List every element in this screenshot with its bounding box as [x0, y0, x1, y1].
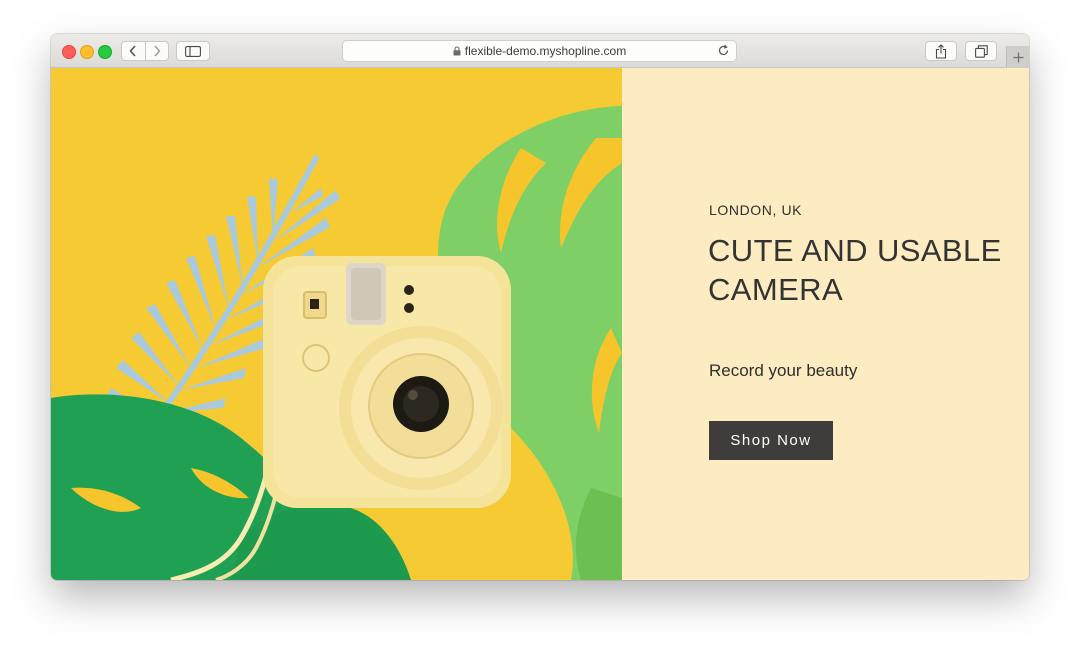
new-tab-button[interactable]: [1006, 46, 1029, 68]
page-content: LONDON, UK CUTE AND USABLE CAMERA Record…: [51, 68, 1029, 580]
hero-text-panel: LONDON, UK CUTE AND USABLE CAMERA Record…: [622, 68, 1029, 580]
zoom-window-button[interactable]: [98, 45, 112, 59]
browser-window: flexible-demo.myshopline.com LONDON, UK …: [51, 34, 1029, 580]
url-text: flexible-demo.myshopline.com: [464, 44, 627, 58]
url-display[interactable]: flexible-demo.myshopline.com: [343, 41, 736, 61]
chevron-left-icon: [129, 45, 136, 57]
hero-camera-image: [51, 68, 622, 580]
hero-headline: CUTE AND USABLE CAMERA: [708, 233, 1002, 307]
hero-location: LONDON, UK: [709, 202, 803, 218]
share-icon: [935, 43, 947, 59]
browser-toolbar: flexible-demo.myshopline.com: [51, 34, 1029, 68]
back-button[interactable]: [122, 42, 145, 60]
sidebar-icon: [185, 45, 201, 57]
hero-subheading: Record your beauty: [709, 361, 858, 380]
tab-overview-button[interactable]: [965, 41, 997, 61]
sidebar-toggle-button[interactable]: [176, 41, 210, 61]
instant-camera: [263, 256, 511, 508]
forward-button[interactable]: [144, 42, 169, 60]
plus-icon: [1013, 52, 1024, 62]
close-window-button[interactable]: [62, 45, 76, 59]
minimize-window-button[interactable]: [80, 45, 94, 59]
share-button[interactable]: [925, 41, 957, 61]
camera-illustration: [51, 68, 622, 580]
lock-icon: [453, 46, 461, 56]
history-nav-group: [121, 41, 169, 61]
chevron-right-icon: [154, 45, 161, 57]
address-bar[interactable]: flexible-demo.myshopline.com: [342, 40, 737, 62]
reload-icon[interactable]: [717, 44, 730, 57]
shop-now-button[interactable]: Shop Now: [709, 421, 833, 460]
tab-overview-icon: [974, 44, 988, 58]
